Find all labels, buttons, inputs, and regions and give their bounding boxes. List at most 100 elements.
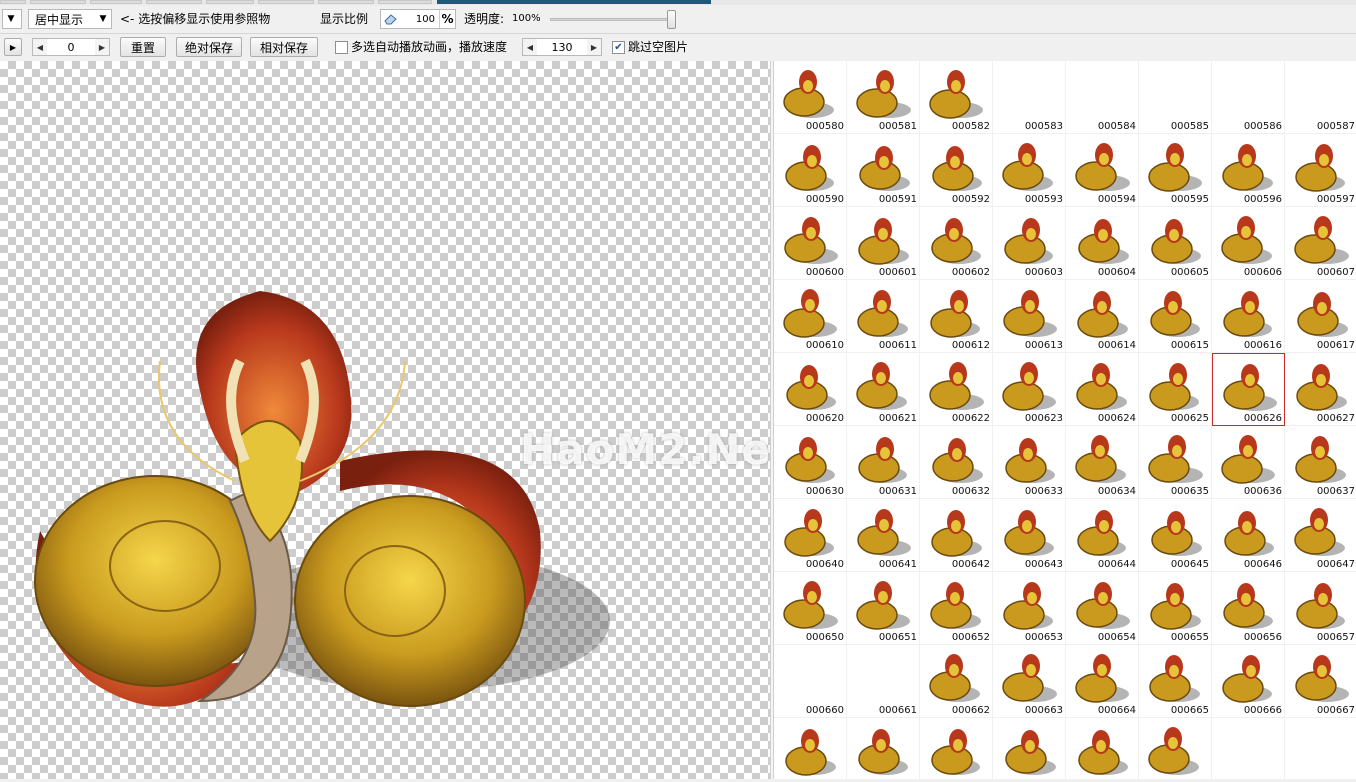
frame-cell[interactable]: 000597 bbox=[1285, 134, 1356, 207]
frame-cell[interactable] bbox=[993, 718, 1066, 779]
frame-cell[interactable]: 000607 bbox=[1285, 207, 1356, 280]
tab-6[interactable] bbox=[258, 0, 314, 4]
frame-cell[interactable]: 000626 bbox=[1212, 353, 1285, 426]
frame-cell[interactable]: 000657 bbox=[1285, 572, 1356, 645]
align-select[interactable]: 居中显示 ▼ bbox=[28, 9, 112, 29]
frame-cell[interactable]: 000595 bbox=[1139, 134, 1212, 207]
skip-empty-checkbox[interactable]: ✔ bbox=[612, 41, 625, 54]
frame-cell[interactable]: 000651 bbox=[847, 572, 920, 645]
frame-cell[interactable]: 000633 bbox=[993, 426, 1066, 499]
tab-5[interactable] bbox=[206, 0, 254, 4]
frame-cell[interactable]: 000636 bbox=[1212, 426, 1285, 499]
frame-cell[interactable]: 000612 bbox=[920, 280, 993, 353]
frame-cell[interactable] bbox=[1212, 718, 1285, 779]
frame-cell[interactable]: 000614 bbox=[1066, 280, 1139, 353]
frame-cell[interactable]: 000647 bbox=[1285, 499, 1356, 572]
frame-cell[interactable]: 000590 bbox=[774, 134, 847, 207]
frame-cell[interactable]: 000637 bbox=[1285, 426, 1356, 499]
frame-cell[interactable]: 000625 bbox=[1139, 353, 1212, 426]
frame-cell[interactable]: 000662 bbox=[920, 645, 993, 718]
frame-cell[interactable]: 000615 bbox=[1139, 280, 1212, 353]
frame-cell[interactable]: 000602 bbox=[920, 207, 993, 280]
frame-cell[interactable]: 000654 bbox=[1066, 572, 1139, 645]
frame-cell[interactable]: 000605 bbox=[1139, 207, 1212, 280]
relative-save-button[interactable]: 相对保存 bbox=[250, 37, 318, 57]
frame-cell[interactable]: 000616 bbox=[1212, 280, 1285, 353]
offset-stepper[interactable]: ◀ 0 ▶ bbox=[32, 38, 110, 56]
decrement-button[interactable]: ◀ bbox=[523, 39, 537, 55]
frame-cell[interactable]: 000591 bbox=[847, 134, 920, 207]
frame-cell[interactable]: 000585 bbox=[1139, 61, 1212, 134]
frame-cell[interactable]: 000641 bbox=[847, 499, 920, 572]
frame-cell[interactable]: 000600 bbox=[774, 207, 847, 280]
frame-cell[interactable]: 000645 bbox=[1139, 499, 1212, 572]
frame-cell[interactable]: 000655 bbox=[1139, 572, 1212, 645]
tab-1[interactable] bbox=[0, 0, 26, 4]
speed-stepper[interactable]: ◀ 130 ▶ bbox=[522, 38, 602, 56]
percent-toggle[interactable]: % bbox=[439, 10, 455, 28]
absolute-save-button[interactable]: 绝对保存 bbox=[176, 37, 242, 57]
opacity-slider-track[interactable] bbox=[550, 18, 672, 21]
frame-cell[interactable]: 000584 bbox=[1066, 61, 1139, 134]
frame-cell[interactable]: 000660 bbox=[774, 645, 847, 718]
frame-cell[interactable]: 000601 bbox=[847, 207, 920, 280]
frame-cell[interactable]: 000580 bbox=[774, 61, 847, 134]
frame-cell[interactable]: 000635 bbox=[1139, 426, 1212, 499]
frame-cell[interactable]: 000640 bbox=[774, 499, 847, 572]
tab-7[interactable] bbox=[318, 0, 374, 4]
frame-cell[interactable]: 000621 bbox=[847, 353, 920, 426]
tab-2[interactable] bbox=[30, 0, 86, 4]
frame-cell[interactable]: 000666 bbox=[1212, 645, 1285, 718]
tab-active[interactable] bbox=[437, 0, 711, 4]
frame-cell[interactable]: 000623 bbox=[993, 353, 1066, 426]
frame-cell[interactable]: 000624 bbox=[1066, 353, 1139, 426]
frame-cell[interactable]: 000582 bbox=[920, 61, 993, 134]
frame-cell[interactable]: 000583 bbox=[993, 61, 1066, 134]
frame-cell[interactable]: 000664 bbox=[1066, 645, 1139, 718]
frame-cell[interactable]: 000587 bbox=[1285, 61, 1356, 134]
frame-cell[interactable]: 000656 bbox=[1212, 572, 1285, 645]
frame-cell[interactable]: 000610 bbox=[774, 280, 847, 353]
frame-cell[interactable]: 000581 bbox=[847, 61, 920, 134]
reset-button[interactable]: 重置 bbox=[120, 37, 166, 57]
tab-8[interactable] bbox=[378, 0, 432, 4]
frame-cell[interactable] bbox=[847, 718, 920, 779]
menu-dropdown[interactable]: ▼ bbox=[2, 9, 22, 29]
tab-3[interactable] bbox=[90, 0, 142, 4]
frame-cell[interactable]: 000613 bbox=[993, 280, 1066, 353]
multi-play-checkbox[interactable] bbox=[335, 41, 348, 54]
frame-cell[interactable]: 000620 bbox=[774, 353, 847, 426]
frame-cell[interactable] bbox=[774, 718, 847, 779]
frame-cell[interactable]: 000604 bbox=[1066, 207, 1139, 280]
frame-cell[interactable]: 000630 bbox=[774, 426, 847, 499]
frame-cell[interactable] bbox=[1139, 718, 1212, 779]
frame-cell[interactable]: 000632 bbox=[920, 426, 993, 499]
frame-cell[interactable]: 000627 bbox=[1285, 353, 1356, 426]
frame-cell[interactable]: 000667 bbox=[1285, 645, 1356, 718]
frame-cell[interactable] bbox=[920, 718, 993, 779]
decrement-button[interactable]: ◀ bbox=[33, 39, 47, 55]
frame-cell[interactable]: 000634 bbox=[1066, 426, 1139, 499]
frame-cell[interactable]: 000617 bbox=[1285, 280, 1356, 353]
frame-cell[interactable]: 000661 bbox=[847, 645, 920, 718]
frame-cell[interactable]: 000646 bbox=[1212, 499, 1285, 572]
frame-cell[interactable] bbox=[1066, 718, 1139, 779]
frame-cell[interactable]: 000603 bbox=[993, 207, 1066, 280]
frame-cell[interactable] bbox=[1285, 718, 1356, 779]
increment-button[interactable]: ▶ bbox=[587, 39, 601, 55]
tab-4[interactable] bbox=[146, 0, 202, 4]
preview-canvas[interactable]: HaoM2.Net bbox=[0, 61, 791, 779]
frame-cell[interactable]: 000652 bbox=[920, 572, 993, 645]
scale-field[interactable]: 100 % bbox=[380, 9, 456, 29]
frame-cell[interactable]: 000622 bbox=[920, 353, 993, 426]
frame-cell[interactable]: 000596 bbox=[1212, 134, 1285, 207]
frame-cell[interactable]: 000665 bbox=[1139, 645, 1212, 718]
frame-cell[interactable]: 000643 bbox=[993, 499, 1066, 572]
frame-cell[interactable]: 000592 bbox=[920, 134, 993, 207]
frame-cell[interactable]: 000611 bbox=[847, 280, 920, 353]
opacity-slider-thumb[interactable] bbox=[667, 10, 676, 29]
frame-cell[interactable]: 000644 bbox=[1066, 499, 1139, 572]
frame-cell[interactable]: 000606 bbox=[1212, 207, 1285, 280]
frame-cell[interactable]: 000593 bbox=[993, 134, 1066, 207]
frame-cell[interactable]: 000594 bbox=[1066, 134, 1139, 207]
